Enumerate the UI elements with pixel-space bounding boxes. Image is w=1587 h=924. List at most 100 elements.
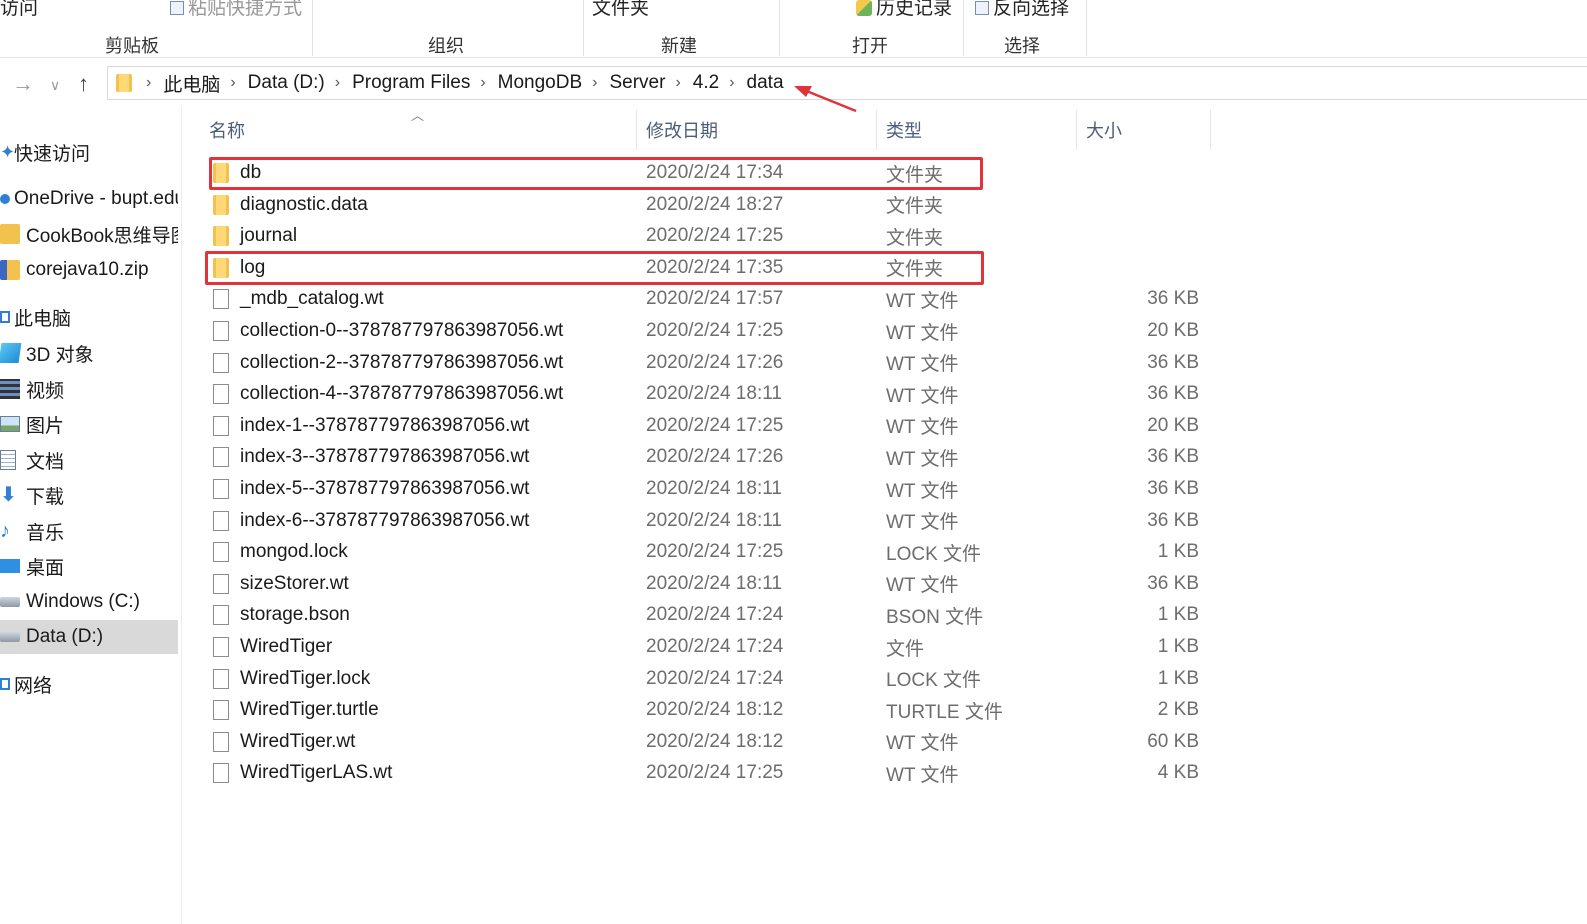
chevron-right-icon[interactable]: › [480, 74, 485, 92]
column-divider[interactable] [636, 110, 637, 150]
file-icon [213, 289, 229, 310]
folder-row[interactable]: diagnostic.data 2020/2/24 18:27 文件夹 [207, 190, 1207, 220]
sidebar-item-label: 图片 [26, 415, 65, 437]
sidebar-item-drive-d[interactable]: Data (D:) [0, 620, 178, 654]
breadcrumb-drive-d[interactable]: Data (D:) [248, 72, 325, 94]
file-name: storage.bson [240, 604, 350, 626]
file-row[interactable]: WiredTigerLAS.wt 2020/2/24 17:25 WT 文件 4 KB [207, 758, 1207, 788]
ribbon-paste-shortcut[interactable]: 粘贴快捷方式 [170, 0, 302, 20]
sidebar-item-label: 快速访问 [14, 143, 91, 165]
chevron-right-icon[interactable]: › [146, 74, 151, 92]
star-icon: ✦ [0, 142, 16, 162]
file-icon [213, 479, 229, 499]
file-row[interactable]: index-3--378787797863987056.wt 2020/2/24 … [207, 442, 1207, 472]
sidebar-item-label: CookBook思维导图 [26, 225, 178, 247]
column-header-date[interactable]: 修改日期 [646, 117, 718, 143]
forward-arrow-icon[interactable]: → [12, 71, 34, 97]
sidebar-item-3d-objects[interactable]: 3D 对象 [0, 336, 178, 370]
chevron-right-icon[interactable]: › [729, 74, 734, 92]
group-clipboard: 剪贴板 [105, 36, 159, 56]
file-row[interactable]: _mdb_catalog.wt 2020/2/24 17:57 WT 文件 36 KB [207, 284, 1207, 314]
file-row[interactable]: WiredTiger.lock 2020/2/24 17:24 LOCK 文件 1 K… [207, 664, 1207, 694]
file-modified-date: 2020/2/24 18:12 [646, 730, 784, 752]
file-row[interactable]: storage.bson 2020/2/24 17:24 BSON 文件 1 KB [207, 600, 1207, 630]
ribbon-invert-selection-label: 反向选择 [993, 0, 1070, 19]
sidebar-item-network[interactable]: 网络 [0, 667, 178, 701]
file-row[interactable]: index-6--378787797863987056.wt 2020/2/24 … [207, 506, 1207, 536]
chevron-right-icon[interactable]: › [675, 74, 680, 92]
breadcrumb-this-pc[interactable]: 此电脑 [163, 70, 220, 97]
chevron-right-icon[interactable]: › [335, 74, 340, 92]
cube-icon [0, 343, 22, 363]
sidebar-item-downloads[interactable]: ⬇ 下载 [0, 478, 178, 512]
column-divider[interactable] [1210, 110, 1211, 150]
breadcrumb-version[interactable]: 4.2 [693, 72, 719, 94]
sidebar-item-music[interactable]: ♪ 音乐 [0, 514, 178, 548]
folder-row[interactable]: journal 2020/2/24 17:25 文件夹 [207, 221, 1207, 251]
chevron-right-icon[interactable]: › [230, 74, 235, 92]
file-size: 2 KB [1157, 699, 1199, 721]
file-type: WT 文件 [886, 480, 959, 502]
sidebar-item-label: 视频 [26, 380, 65, 402]
file-name: index-3--378787797863987056.wt [240, 446, 530, 468]
file-type: WT 文件 [886, 354, 959, 376]
file-modified-date: 2020/2/24 17:24 [646, 604, 784, 626]
file-modified-date: 2020/2/24 17:24 [646, 667, 784, 689]
sidebar-item-cookbook[interactable]: CookBook思维导图 [0, 217, 178, 251]
drive-icon [0, 632, 20, 642]
breadcrumb-server[interactable]: Server [609, 72, 665, 94]
file-row[interactable]: WiredTiger.wt 2020/2/24 18:12 WT 文件 60 KB [207, 727, 1207, 757]
breadcrumb-program-files[interactable]: Program Files [352, 72, 470, 94]
file-row[interactable]: WiredTiger 2020/2/24 17:24 文件 1 KB [207, 632, 1207, 662]
ribbon-quick-access[interactable]: 访问 [0, 0, 38, 20]
column-header-size[interactable]: 大小 [1086, 117, 1122, 143]
file-name: index-6--378787797863987056.wt [240, 509, 530, 531]
sidebar-item-corejava-zip[interactable]: corejava10.zip [0, 253, 178, 287]
sidebar-item-documents[interactable]: 文档 [0, 443, 178, 477]
file-size: 36 KB [1147, 351, 1199, 373]
file-row[interactable]: collection-4--378787797863987056.wt 2020/… [207, 379, 1207, 409]
column-header-name[interactable]: 名称 [209, 117, 245, 143]
ribbon-history[interactable]: 历史记录 [856, 0, 952, 20]
column-header-type[interactable]: 类型 [886, 117, 922, 143]
picture-icon [0, 416, 20, 432]
recent-locations-chevron-icon[interactable]: ∨ [50, 77, 60, 94]
ribbon-new-folder[interactable]: 文件夹 [592, 0, 649, 20]
file-row[interactable]: sizeStorer.wt 2020/2/24 18:11 WT 文件 36 KB [207, 569, 1207, 599]
sidebar-item-onedrive[interactable]: OneDrive - bupt.edu [0, 182, 178, 216]
sidebar-item-pictures[interactable]: 图片 [0, 407, 178, 441]
sidebar-item-videos[interactable]: 视频 [0, 372, 178, 406]
shortcut-icon [170, 1, 184, 15]
file-row[interactable]: index-5--378787797863987056.wt 2020/2/24 … [207, 474, 1207, 504]
sidebar-item-desktop[interactable]: 桌面 [0, 549, 178, 583]
file-row[interactable]: collection-0--378787797863987056.wt 2020/… [207, 316, 1207, 346]
file-row[interactable]: collection-2--378787797863987056.wt 2020/… [207, 348, 1207, 378]
sidebar-item-label: Data (D:) [26, 626, 104, 647]
sidebar-item-drive-c[interactable]: Windows (C:) [0, 585, 178, 619]
file-modified-date: 2020/2/24 17:25 [646, 762, 784, 784]
column-divider[interactable] [876, 110, 877, 150]
file-size: 20 KB [1147, 414, 1199, 436]
file-row[interactable]: mongod.lock 2020/2/24 17:25 LOCK 文件 1 KB [207, 537, 1207, 567]
sidebar-item-quick-access[interactable]: ✦ 快速访问 [0, 135, 178, 169]
group-divider [963, 0, 964, 56]
file-modified-date: 2020/2/24 17:24 [646, 636, 784, 657]
chevron-right-icon[interactable]: › [592, 74, 597, 92]
file-icon [213, 763, 229, 784]
file-row[interactable]: index-1--378787797863987056.wt 2020/2/24 … [207, 411, 1207, 441]
sort-ascending-icon: ︿ [411, 108, 425, 123]
file-row[interactable]: WiredTiger.turtle 2020/2/24 18:12 TURTLE 文… [207, 695, 1207, 725]
breadcrumb-data[interactable]: data [747, 72, 784, 94]
ribbon-invert-selection[interactable]: 反向选择 [975, 0, 1069, 20]
file-size: 1 KB [1157, 667, 1199, 689]
file-modified-date: 2020/2/24 17:25 [646, 414, 784, 436]
up-arrow-icon[interactable]: ↑ [78, 71, 89, 97]
column-divider[interactable] [1076, 110, 1077, 150]
sidebar-item-this-pc[interactable]: 此电脑 [0, 300, 178, 334]
group-select: 选择 [1004, 36, 1040, 56]
folder-icon [213, 226, 229, 247]
file-icon [213, 731, 229, 752]
breadcrumb-mongodb[interactable]: MongoDB [498, 72, 583, 94]
file-modified-date: 2020/2/24 18:11 [646, 572, 782, 594]
file-modified-date: 2020/2/24 17:25 [646, 320, 784, 341]
